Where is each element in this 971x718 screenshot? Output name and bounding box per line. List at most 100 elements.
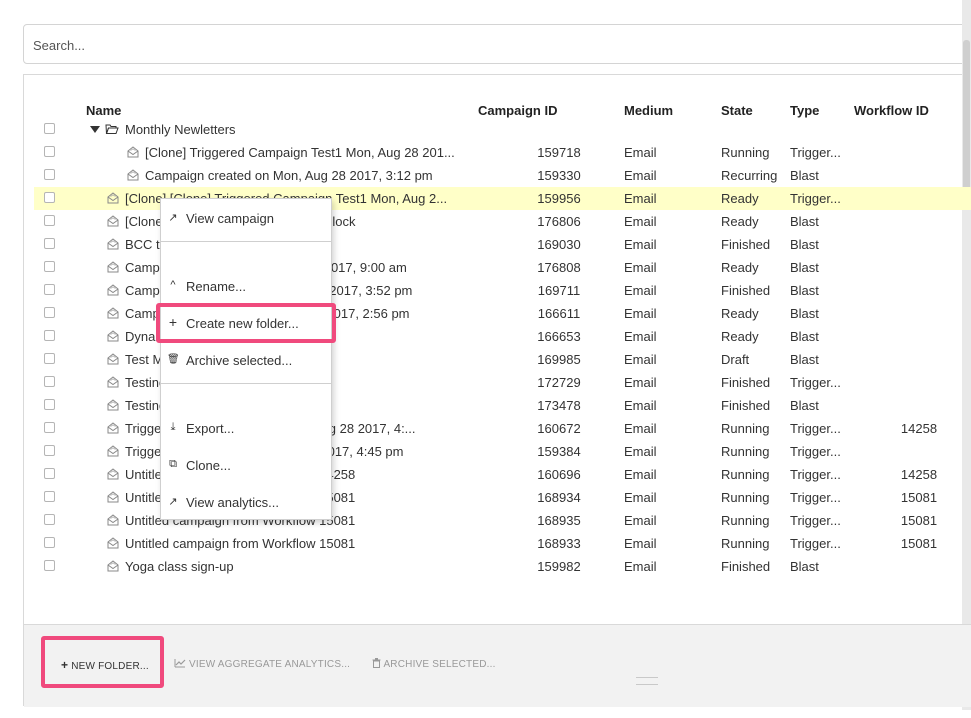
column-header-type[interactable]: Type <box>790 103 819 118</box>
state-cell: Ready <box>721 306 759 321</box>
medium-cell: Email <box>624 467 657 482</box>
row-checkbox[interactable] <box>44 514 55 525</box>
row-checkbox[interactable] <box>44 468 55 479</box>
row-checkbox[interactable] <box>44 422 55 433</box>
menu-item-view-analytics[interactable]: ↗ View analytics... <box>161 493 331 513</box>
envelope-icon <box>106 375 120 389</box>
medium-cell: Email <box>624 559 657 574</box>
campaign-name[interactable]: Yoga class sign-up <box>125 559 474 574</box>
campaign-id-cell: 168933 <box>537 536 581 551</box>
expand-triangle-icon[interactable] <box>90 126 100 133</box>
row-checkbox[interactable] <box>44 491 55 502</box>
medium-cell: Email <box>624 283 657 298</box>
envelope-icon <box>126 145 140 159</box>
workflow-id-cell: 14258 <box>900 421 938 436</box>
medium-cell: Email <box>624 306 657 321</box>
envelope-icon <box>106 398 120 412</box>
row-checkbox[interactable] <box>44 445 55 456</box>
campaign-name[interactable]: Campaign created on Mon, Aug 28 2017, 3:… <box>145 168 474 183</box>
envelope-icon <box>106 513 120 527</box>
type-cell: Blast <box>790 283 819 298</box>
column-header-state[interactable]: State <box>721 103 753 118</box>
menu-item-export[interactable]: ⤓ Export... <box>161 419 331 439</box>
type-cell: Trigger... <box>790 191 841 206</box>
state-cell: Finished <box>721 283 771 298</box>
column-header-name[interactable]: Name <box>86 103 121 118</box>
campaign-id-cell: 176806 <box>537 214 581 229</box>
campaign-name[interactable]: Untitled campaign from Workflow 15081 <box>125 536 474 551</box>
row-checkbox[interactable] <box>44 284 55 295</box>
envelope-icon <box>106 329 120 343</box>
row-checkbox[interactable] <box>44 307 55 318</box>
type-cell: Trigger... <box>790 536 841 551</box>
row-checkbox[interactable] <box>44 238 55 249</box>
type-cell: Blast <box>790 329 819 344</box>
archive-selected-button[interactable]: ARCHIVE SELECTED... <box>372 658 496 670</box>
context-menu: ↗ View campaign ^ Rename... + Create new… <box>160 198 332 520</box>
envelope-icon <box>106 490 120 504</box>
type-cell: Trigger... <box>790 467 841 482</box>
row-checkbox[interactable] <box>44 146 55 157</box>
table-row[interactable]: [Clone] Triggered Campaign Test1 Mon, Au… <box>34 141 971 164</box>
type-cell: Trigger... <box>790 145 841 160</box>
annotation-highlight-create-folder <box>156 303 336 343</box>
row-checkbox[interactable] <box>44 560 55 571</box>
menu-item-label: View campaign <box>186 211 274 226</box>
download-icon: ⤓ <box>170 421 176 433</box>
row-checkbox[interactable] <box>44 353 55 364</box>
menu-item-label: Archive selected... <box>186 353 293 368</box>
menu-item-label: Rename... <box>186 279 246 294</box>
menu-item-clone[interactable]: ⧉ Clone... <box>161 456 331 476</box>
type-cell: Blast <box>790 352 819 367</box>
column-header-workflow-id[interactable]: Workflow ID <box>854 103 929 118</box>
menu-item-rename[interactable]: ^ Rename... <box>161 277 331 297</box>
type-cell: Blast <box>790 260 819 275</box>
column-header-campaign-id[interactable]: Campaign ID <box>478 103 557 118</box>
workflow-id-cell: 15081 <box>900 513 938 528</box>
folder-row[interactable]: Monthly Newletters <box>34 118 971 141</box>
type-cell: Trigger... <box>790 375 841 390</box>
row-checkbox[interactable] <box>44 537 55 548</box>
row-checkbox[interactable] <box>44 215 55 226</box>
campaign-id-cell: 169985 <box>537 352 581 367</box>
medium-cell: Email <box>624 421 657 436</box>
type-cell: Trigger... <box>790 513 841 528</box>
row-checkbox[interactable] <box>44 192 55 203</box>
table-row[interactable]: Untitled campaign from Workflow 15081 168… <box>34 532 971 555</box>
state-cell: Running <box>721 467 770 482</box>
menu-item-view-campaign[interactable]: ↗ View campaign <box>161 209 331 229</box>
envelope-icon <box>126 168 140 182</box>
medium-cell: Email <box>624 375 657 390</box>
envelope-icon <box>106 214 120 228</box>
campaign-id-cell: 172729 <box>537 375 581 390</box>
menu-item-label: Export... <box>186 421 235 436</box>
external-link-icon: ↗ <box>168 496 178 508</box>
campaign-id-cell: 166611 <box>537 306 581 321</box>
resize-grip[interactable] <box>636 677 658 685</box>
envelope-icon <box>106 191 120 205</box>
archive-selected-label: ARCHIVE SELECTED... <box>383 659 496 670</box>
campaign-name[interactable]: [Clone] Triggered Campaign Test1 Mon, Au… <box>145 145 474 160</box>
table-row[interactable]: Campaign created on Mon, Aug 28 2017, 3:… <box>34 164 971 187</box>
search-input[interactable] <box>33 35 933 55</box>
workflow-id-cell: 15081 <box>900 490 938 505</box>
row-checkbox[interactable] <box>44 376 55 387</box>
envelope-icon <box>106 559 120 573</box>
campaign-name[interactable]: Monthly Newletters <box>125 122 474 137</box>
row-checkbox[interactable] <box>44 261 55 272</box>
search-box <box>23 24 971 64</box>
envelope-icon <box>106 352 120 366</box>
medium-cell: Email <box>624 214 657 229</box>
row-checkbox[interactable] <box>44 123 55 134</box>
envelope-icon <box>106 283 120 297</box>
row-checkbox[interactable] <box>44 169 55 180</box>
row-checkbox[interactable] <box>44 330 55 341</box>
campaign-id-cell: 176808 <box>537 260 581 275</box>
column-header-medium[interactable]: Medium <box>624 103 673 118</box>
menu-item-archive-selected[interactable]: 🗑 Archive selected... <box>161 351 331 371</box>
table-row[interactable]: Yoga class sign-up 159982 Email Finished Bla… <box>34 555 971 578</box>
row-checkbox[interactable] <box>44 399 55 410</box>
folder-open-icon <box>105 123 119 135</box>
trash-icon <box>372 658 381 668</box>
view-aggregate-analytics-button[interactable]: VIEW AGGREGATE ANALYTICS... <box>174 658 350 670</box>
